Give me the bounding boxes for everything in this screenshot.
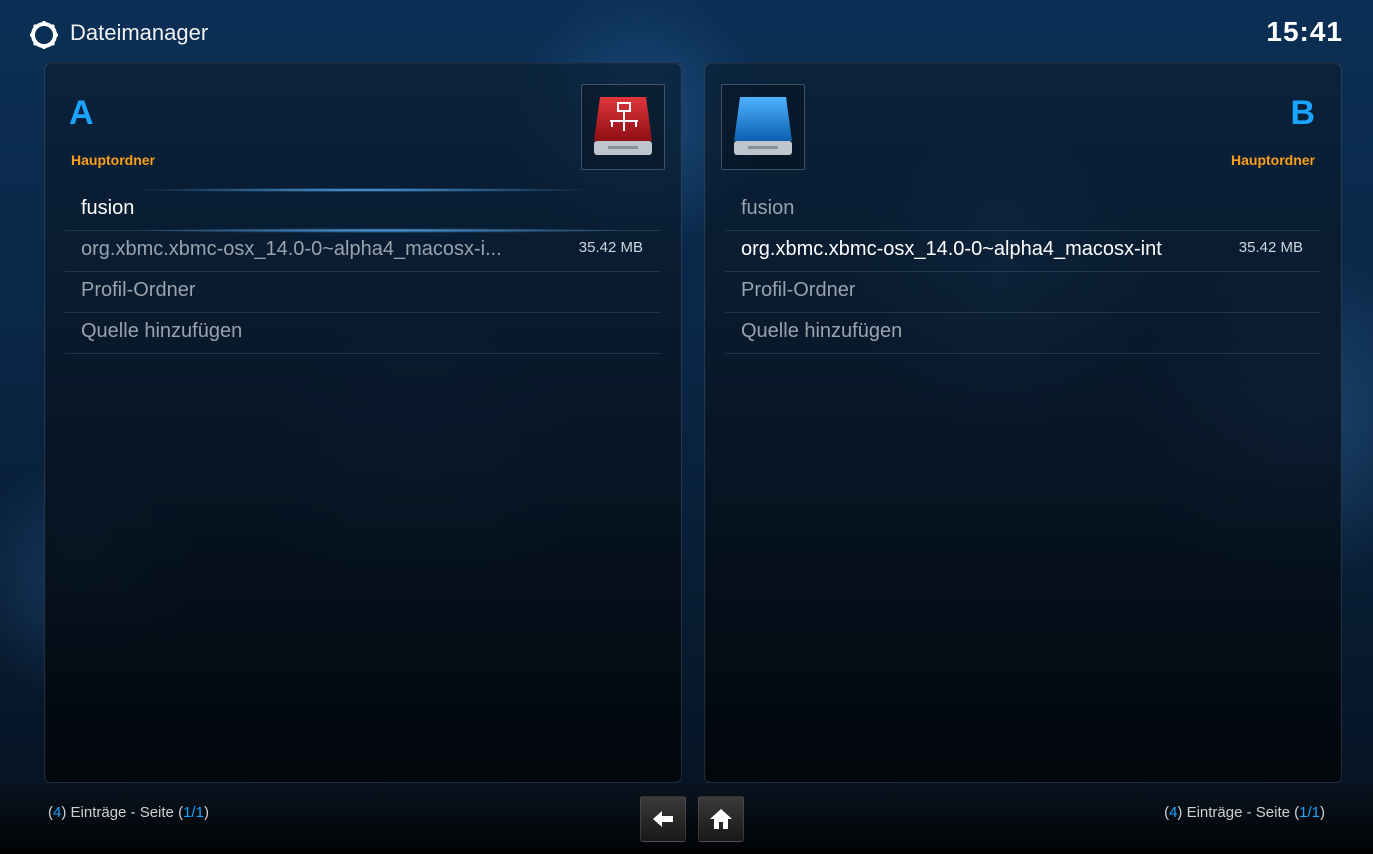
list-item[interactable]: Profil-Ordner bbox=[725, 272, 1321, 313]
item-count: 4 bbox=[1169, 804, 1178, 821]
clock: 15:41 bbox=[1266, 16, 1343, 47]
status-text: Einträge - Seite ( bbox=[70, 804, 184, 821]
status-text-end: ) bbox=[1320, 804, 1325, 821]
item-label: fusion bbox=[741, 197, 795, 219]
list-item[interactable]: fusion bbox=[65, 188, 661, 233]
home-button[interactable] bbox=[698, 796, 744, 842]
app-title: Dateimanager bbox=[70, 20, 209, 45]
item-label: Quelle hinzufügen bbox=[741, 320, 903, 342]
item-count: 4 bbox=[53, 804, 62, 821]
item-label: fusion bbox=[81, 197, 135, 219]
status-text: Einträge - Seite ( bbox=[1186, 804, 1300, 821]
right-pane: B Hauptordner fusion org.xbmc.xbmc-osx_1… bbox=[704, 63, 1342, 783]
status-text-end: ) bbox=[203, 804, 209, 821]
item-label: org.xbmc.xbmc-osx_14.0-0~alpha4_macosx-i… bbox=[741, 238, 1162, 260]
list-item[interactable]: Profil-Ordner bbox=[65, 272, 661, 313]
item-label: Profil-Ordner bbox=[81, 279, 196, 301]
page-indicator: 1/1 bbox=[1299, 804, 1320, 821]
page-indicator: 1/1 bbox=[183, 804, 204, 821]
drive-icon bbox=[721, 84, 805, 170]
item-label: org.xbmc.xbmc-osx_14.0-0~alpha4_macosx-i… bbox=[81, 238, 502, 260]
gear-icon bbox=[30, 21, 58, 49]
list-item[interactable]: org.xbmc.xbmc-osx_14.0-0~alpha4_macosx-i… bbox=[65, 231, 661, 272]
list-item[interactable]: fusion bbox=[725, 190, 1321, 231]
pane-letter: A bbox=[69, 94, 94, 132]
left-pane: A Hauptordner fusion org.xbmc.xbmc-osx_1… bbox=[44, 63, 682, 783]
back-button[interactable] bbox=[640, 796, 686, 842]
file-list: fusion org.xbmc.xbmc-osx_14.0-0~alpha4_m… bbox=[65, 188, 661, 354]
item-size: 35.42 MB bbox=[578, 239, 643, 256]
current-folder-label: Hauptordner bbox=[71, 152, 155, 168]
back-arrow-icon bbox=[653, 811, 673, 827]
list-item[interactable]: Quelle hinzufügen bbox=[725, 313, 1321, 354]
file-manager-window: Dateimanager 15:41 A Hauptordner fusion … bbox=[0, 0, 1373, 854]
network-drive-icon bbox=[581, 84, 665, 170]
list-item[interactable]: org.xbmc.xbmc-osx_14.0-0~alpha4_macosx-i… bbox=[725, 231, 1321, 272]
list-item[interactable]: Quelle hinzufügen bbox=[65, 313, 661, 354]
item-size: 35.42 MB bbox=[1238, 239, 1303, 256]
item-label: Profil-Ordner bbox=[741, 279, 856, 301]
item-label: Quelle hinzufügen bbox=[81, 320, 243, 342]
pane-letter: B bbox=[1290, 94, 1315, 132]
home-icon bbox=[710, 809, 732, 829]
right-status: (4) Einträge - Seite (1/1) bbox=[1164, 804, 1325, 821]
file-list: fusion org.xbmc.xbmc-osx_14.0-0~alpha4_m… bbox=[725, 190, 1321, 354]
current-folder-label: Hauptordner bbox=[1231, 152, 1315, 168]
top-bar: Dateimanager 15:41 bbox=[0, 0, 1373, 62]
left-status: (4) Einträge - Seite (1/1) bbox=[48, 804, 209, 821]
